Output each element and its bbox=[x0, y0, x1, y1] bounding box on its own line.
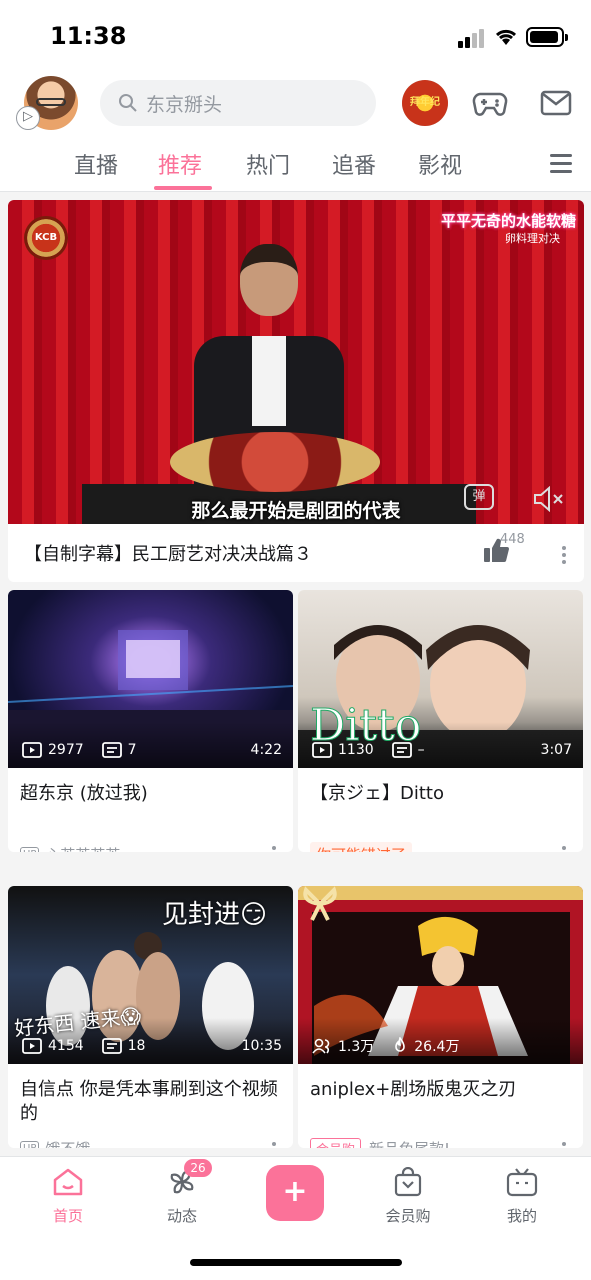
nav-mine[interactable]: 我的 bbox=[482, 1167, 562, 1226]
like-count: 448 bbox=[500, 532, 525, 547]
video-stats: 1130 – 3:07 bbox=[312, 740, 572, 760]
more-options-icon[interactable] bbox=[562, 1142, 568, 1148]
gift-ribbon-icon bbox=[303, 886, 337, 921]
search-icon bbox=[119, 94, 137, 112]
tv-icon bbox=[506, 1168, 538, 1197]
nav-home[interactable]: 首页 bbox=[28, 1167, 108, 1226]
video-subtitle-overlay: 那么最开始是剧团的代表 bbox=[191, 500, 401, 522]
battery-icon bbox=[526, 27, 568, 47]
status-time: 11:38 bbox=[50, 22, 127, 50]
kcb-logo: KCB bbox=[24, 216, 68, 260]
product-card[interactable]: 1.3万 26.4万 aniplex+剧场版鬼灭之刃 会员购 新品免尾款! bbox=[298, 886, 583, 1148]
flame-icon bbox=[395, 1037, 406, 1052]
comment-count: 7 bbox=[127, 742, 137, 758]
play-count-icon bbox=[22, 742, 42, 758]
featured-thumbnail[interactable]: KCB 平平无奇的水能软糖 卵料理对决 那么最开始是剧团的代表 弹 bbox=[8, 200, 584, 524]
people-icon bbox=[312, 1038, 330, 1054]
shopping-bag-icon bbox=[394, 1166, 422, 1197]
home-indicator bbox=[190, 1259, 402, 1266]
tab-live[interactable]: 直播 bbox=[74, 148, 118, 180]
up-badge: UP bbox=[20, 1140, 40, 1148]
comment-count: 18 bbox=[127, 1038, 146, 1054]
tab-anime[interactable]: 追番 bbox=[332, 148, 376, 180]
mute-icon[interactable] bbox=[532, 486, 566, 512]
cellular-signal-icon bbox=[458, 29, 484, 48]
overlay-top-text: 见封进😏 bbox=[162, 900, 268, 930]
notification-badge: 26 bbox=[184, 1159, 212, 1177]
want-count: 1.3万 bbox=[338, 1039, 375, 1055]
menu-icon[interactable] bbox=[550, 154, 572, 178]
up-badge: UP bbox=[20, 846, 40, 852]
danmaku-count-icon bbox=[101, 742, 122, 758]
danmaku-count-icon bbox=[101, 1038, 122, 1054]
video-title[interactable]: 自信点 你是凭本事刷到这个视频的 bbox=[20, 1078, 280, 1126]
video-card[interactable]: 2977 7 4:22 超东京 (放过我) UP 心芝芝芝芝~ bbox=[8, 590, 293, 852]
mail-icon[interactable] bbox=[540, 90, 572, 116]
home-icon bbox=[53, 1168, 83, 1196]
video-stats: 4154 18 10:35 bbox=[22, 1036, 282, 1056]
product-tag-row: 会员购 新品免尾款! bbox=[310, 1138, 450, 1148]
active-tab-indicator bbox=[154, 186, 212, 190]
comment-count: – bbox=[417, 742, 425, 758]
featured-title[interactable]: 【自制字幕】民工厨艺对决决战篇３ bbox=[24, 540, 312, 566]
duration: 3:07 bbox=[540, 742, 572, 758]
more-options-icon[interactable] bbox=[562, 546, 568, 567]
more-options-icon[interactable] bbox=[562, 846, 568, 852]
nav-dynamic-label: 动态 bbox=[166, 1207, 197, 1225]
hot-count: 26.4万 bbox=[414, 1039, 460, 1055]
product-title[interactable]: aniplex+剧场版鬼灭之刃 bbox=[310, 1078, 570, 1102]
video-card[interactable]: 见封进😏 好东西 速来😱 4154 18 10:35 自信点 你是凭本事刷到这个… bbox=[8, 886, 293, 1148]
promo-badge[interactable]: 拜年纪 bbox=[402, 80, 448, 126]
corner-overlay-text: 平平无奇的水能软糖 bbox=[440, 212, 576, 230]
nav-member-shop-label: 会员购 bbox=[385, 1207, 431, 1225]
product-stats: 1.3万 26.4万 bbox=[312, 1036, 572, 1056]
tab-movies[interactable]: 影视 bbox=[418, 148, 462, 180]
top-bar: ▷ 东京掰头 拜年纪 bbox=[0, 72, 591, 134]
video-title[interactable]: 【京ジェ】Ditto bbox=[310, 782, 570, 806]
nav-mine-label: 我的 bbox=[506, 1207, 537, 1225]
view-count: 4154 bbox=[48, 1038, 84, 1054]
view-count: 2977 bbox=[48, 742, 84, 758]
search-bar[interactable]: 东京掰头 bbox=[100, 80, 376, 126]
author-row[interactable]: UP 饿不饿 bbox=[20, 1138, 90, 1148]
danmaku-toggle-button[interactable]: 弹 bbox=[464, 484, 494, 510]
author-row[interactable]: UP 心芝芝芝芝~ bbox=[20, 844, 133, 852]
video-stats: 2977 7 4:22 bbox=[22, 740, 282, 760]
corner-overlay-subtext: 卵料理对决 bbox=[505, 232, 560, 245]
channel-tabs: 直播 推荐 热门 追番 影视 bbox=[0, 134, 591, 192]
view-count: 1130 bbox=[338, 742, 374, 758]
duration: 4:22 bbox=[250, 742, 282, 758]
play-count-icon bbox=[312, 742, 332, 758]
danmaku-count-icon bbox=[391, 742, 412, 758]
status-bar: 11:38 bbox=[0, 0, 591, 72]
featured-video-card[interactable]: KCB 平平无奇的水能软糖 卵料理对决 那么最开始是剧团的代表 弹 【自制字幕】… bbox=[8, 200, 584, 582]
more-options-icon[interactable] bbox=[272, 1142, 278, 1148]
more-options-icon[interactable] bbox=[272, 846, 278, 852]
missed-tag: 你可能错过了 bbox=[310, 842, 413, 852]
member-shop-tag: 会员购 bbox=[310, 1138, 362, 1148]
nav-home-label: 首页 bbox=[52, 1207, 83, 1225]
flower-arrangement bbox=[170, 432, 380, 492]
search-placeholder: 东京掰头 bbox=[146, 93, 223, 116]
wifi-icon bbox=[495, 29, 517, 45]
avatar-play-badge-icon: ▷ bbox=[16, 106, 40, 130]
duration: 10:35 bbox=[241, 1038, 282, 1054]
author-name: 心芝芝芝芝~ bbox=[45, 844, 133, 852]
product-subtitle: 新品免尾款! bbox=[369, 1138, 450, 1148]
nav-member-shop[interactable]: 会员购 bbox=[368, 1166, 448, 1226]
video-title[interactable]: 超东京 (放过我) bbox=[20, 782, 280, 806]
tab-hot[interactable]: 热门 bbox=[246, 148, 290, 180]
game-controller-icon[interactable] bbox=[472, 88, 508, 118]
video-card[interactable]: Ditto 1130 – 3:07 【京ジェ】Ditto 你可能错过了 bbox=[298, 590, 583, 852]
author-name: 饿不饿 bbox=[45, 1138, 90, 1148]
post-plus-button[interactable]: + bbox=[266, 1165, 324, 1221]
tab-recommend[interactable]: 推荐 bbox=[158, 148, 202, 180]
nav-dynamic[interactable]: 动态 bbox=[142, 1167, 222, 1226]
play-count-icon bbox=[22, 1038, 42, 1054]
recommend-tag-row: 你可能错过了 bbox=[310, 842, 413, 852]
